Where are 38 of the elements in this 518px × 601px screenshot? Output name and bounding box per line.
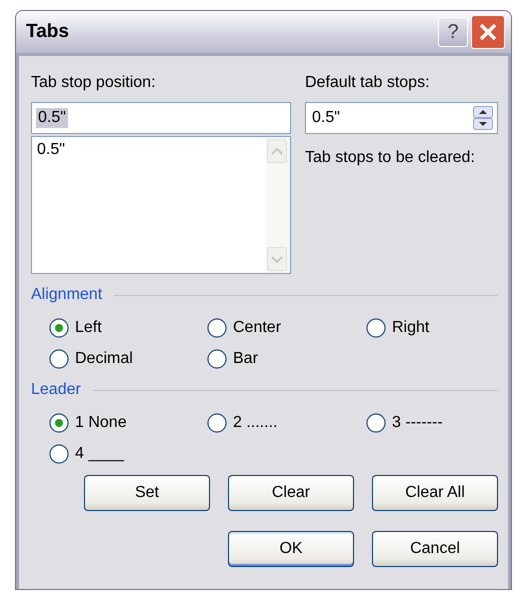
- field-value: 0.5": [311, 108, 341, 128]
- field-value: 0.5": [36, 108, 68, 128]
- radio-label: Left: [75, 319, 102, 337]
- dialog-button[interactable]: Cancel: [372, 531, 498, 567]
- radio-button[interactable]: [366, 318, 386, 338]
- radio-label: Right: [392, 319, 430, 337]
- section-heading: Leader: [31, 381, 81, 399]
- radio-button[interactable]: [207, 349, 227, 369]
- field-label: Default tab stops:: [305, 74, 431, 93]
- radio-label: Center: [233, 319, 282, 337]
- radio-label: 3 -------: [392, 414, 443, 432]
- list-label: Tab stops to be cleared:: [305, 149, 476, 168]
- tab-stop-list[interactable]: 0.5": [31, 136, 291, 274]
- radio-label: Bar: [233, 350, 258, 368]
- window-title: Tabs: [26, 21, 70, 43]
- close-icon[interactable]: [471, 15, 505, 49]
- radio-button[interactable]: [49, 318, 69, 338]
- action-button[interactable]: Clear All: [372, 475, 498, 511]
- tab-stop-position-field[interactable]: 0.5": [31, 102, 291, 134]
- field-label: Tab stop position:: [31, 74, 157, 93]
- radio-button[interactable]: [207, 413, 227, 433]
- spinner-icon[interactable]: [473, 106, 493, 130]
- list-item[interactable]: 0.5": [37, 141, 261, 159]
- dialog-button[interactable]: OK: [228, 531, 354, 567]
- help-button[interactable]: ?: [438, 17, 468, 47]
- radio-button[interactable]: [49, 444, 69, 464]
- radio-label: 2 .......: [233, 414, 278, 432]
- section-heading: Alignment: [31, 286, 102, 304]
- action-button[interactable]: Set: [84, 475, 210, 511]
- radio-label: 1 None: [75, 414, 127, 432]
- radio-label: 4 ____: [75, 445, 124, 463]
- default-tab-stops-field[interactable]: 0.5": [305, 102, 498, 134]
- radio-button[interactable]: [49, 413, 69, 433]
- radio-button[interactable]: [366, 413, 386, 433]
- action-button[interactable]: Clear: [228, 475, 354, 511]
- radio-label: Decimal: [75, 350, 133, 368]
- radio-button[interactable]: [207, 318, 227, 338]
- radio-button[interactable]: [49, 349, 69, 369]
